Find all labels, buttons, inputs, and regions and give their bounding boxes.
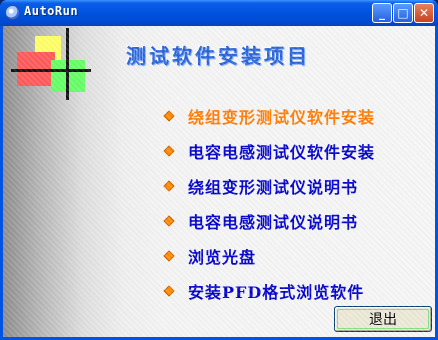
minimize-icon: _ — [379, 6, 385, 20]
maximize-icon: □ — [397, 6, 409, 20]
diamond-bullet-icon — [163, 109, 175, 122]
menu-item-label[interactable]: 电容电感测试仪说明书 — [188, 209, 358, 233]
diamond-bullet-icon — [163, 214, 175, 227]
menu-item-label[interactable]: 绕组变形测试仪说明书 — [188, 174, 358, 198]
logo-horizontal-line — [11, 69, 91, 72]
install-menu: 绕组变形测试仪软件安装 电容电感测试仪软件安装 绕组变形测试仪说明书 电容电感测… — [163, 98, 375, 308]
menu-item-label[interactable]: 浏览光盘 — [188, 244, 256, 268]
diamond-bullet-icon — [163, 284, 175, 297]
diamond-bullet-icon — [163, 179, 175, 192]
autorun-cd-icon — [5, 5, 20, 20]
color-squares-logo — [11, 28, 91, 108]
diamond-bullet-icon — [163, 144, 175, 157]
menu-item-winding-software[interactable]: 绕组变形测试仪软件安装 — [163, 98, 375, 133]
menu-item-capacitance-software[interactable]: 电容电感测试仪软件安装 — [163, 133, 375, 168]
menu-item-label[interactable]: 电容电感测试仪软件安装 — [188, 139, 375, 163]
menu-item-browse-disc[interactable]: 浏览光盘 — [163, 238, 375, 273]
autorun-window: AutoRun _ □ ✕ 测试软件安装项目 绕组变形测试仪软件安装 电容电感测… — [0, 0, 438, 340]
title-bar[interactable]: AutoRun _ □ ✕ — [0, 0, 438, 26]
exit-button-label: 退出 — [369, 312, 397, 328]
client-area: 测试软件安装项目 绕组变形测试仪软件安装 电容电感测试仪软件安装 绕组变形测试仪… — [3, 26, 435, 337]
menu-item-winding-manual[interactable]: 绕组变形测试仪说明书 — [163, 168, 375, 203]
close-button[interactable]: ✕ — [414, 3, 434, 23]
exit-button[interactable]: 退出 — [334, 306, 432, 332]
menu-item-install-pdf-reader[interactable]: 安装PFD格式浏览软件 — [163, 273, 375, 308]
logo-vertical-line — [66, 28, 69, 100]
diamond-bullet-icon — [163, 249, 175, 262]
menu-item-capacitance-manual[interactable]: 电容电感测试仪说明书 — [163, 203, 375, 238]
page-title: 测试软件安装项目 — [126, 44, 310, 68]
minimize-button[interactable]: _ — [372, 3, 392, 23]
menu-item-label[interactable]: 安装PFD格式浏览软件 — [188, 279, 364, 303]
close-icon: ✕ — [418, 6, 430, 20]
menu-item-label[interactable]: 绕组变形测试仪软件安装 — [188, 104, 375, 128]
maximize-button[interactable]: □ — [393, 3, 413, 23]
window-title: AutoRun — [24, 4, 79, 18]
